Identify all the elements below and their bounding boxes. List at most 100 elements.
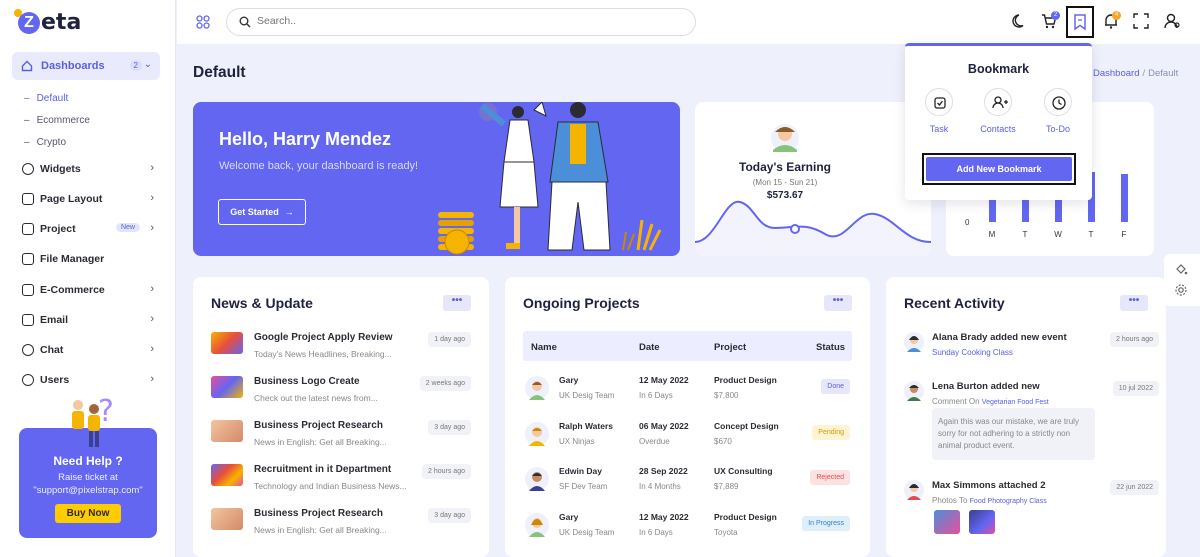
- breadcrumb-separator: /: [1142, 68, 1146, 79]
- fullscreen-icon[interactable]: [1132, 12, 1150, 30]
- bookmark-option-contacts[interactable]: Contacts: [968, 88, 1028, 134]
- check-square-icon: [925, 88, 953, 116]
- day-label: T: [1023, 230, 1028, 239]
- sidebar-subitem-crypto[interactable]: – Crypto: [24, 137, 73, 148]
- avatar: [525, 376, 549, 400]
- logo[interactable]: Z eta: [14, 8, 81, 35]
- news-item-time: 3 day ago: [428, 508, 471, 523]
- chevron-right-icon: ›: [150, 283, 154, 295]
- help-illustration: ?: [72, 394, 114, 447]
- status-badge: In Progress: [802, 516, 850, 531]
- member-team: SF Dev Team: [559, 482, 608, 491]
- profile-icon[interactable]: [1163, 12, 1181, 30]
- activity-link[interactable]: Vegetarian Food Fest: [982, 399, 1049, 406]
- sidebar-subitem-label: Default: [36, 93, 69, 104]
- news-item-title: Business Logo Create: [254, 376, 360, 387]
- clock-icon: [1044, 88, 1072, 116]
- moon-icon[interactable]: [1011, 12, 1029, 30]
- dash-icon: –: [24, 115, 30, 126]
- breadcrumb-current: Default: [1148, 68, 1179, 79]
- member-name: Gary: [559, 512, 579, 522]
- project-date: 12 May 2022: [639, 512, 689, 522]
- sidebar-item-dashboards[interactable]: Dashboards 2 ⌄: [12, 52, 160, 80]
- sidebar-subitem-label: Crypto: [36, 137, 67, 148]
- project-price: $7,800: [714, 391, 739, 400]
- project-duration: In 4 Months: [639, 482, 681, 491]
- gear-icon[interactable]: [1174, 283, 1188, 297]
- sidebar-subitem-ecommerce[interactable]: – Ecommerce: [24, 115, 97, 126]
- news-item-desc: Check out the latest news from...: [254, 393, 378, 403]
- news-card: News & Update ••• Google Project Apply R…: [193, 277, 489, 557]
- news-thumbnail: [211, 332, 243, 354]
- sidebar-item-label: Dashboards: [41, 60, 105, 72]
- earning-amount: $573.67: [766, 190, 804, 201]
- activity-text: Max Simmons attached 2: [932, 480, 1046, 491]
- avatar: [904, 381, 924, 401]
- activity-card: Recent Activity ••• Alana Brady added ne…: [886, 277, 1166, 557]
- list-item[interactable]: Business Project Research News in Englis…: [211, 420, 471, 460]
- projects-card: Ongoing Projects ••• Name Date Project S…: [505, 277, 870, 557]
- list-item[interactable]: Business Project Research News in Englis…: [211, 508, 471, 548]
- list-item[interactable]: Google Project Apply Review Today's News…: [211, 332, 471, 372]
- sidebar-item-label: Widgets: [40, 163, 81, 175]
- search-input[interactable]: [257, 15, 657, 27]
- sidebar-item-chat[interactable]: Chat ›: [22, 341, 154, 359]
- table-row[interactable]: Ralph Waters UX Ninjas 06 May 2022 Overd…: [523, 417, 852, 455]
- add-new-bookmark-button[interactable]: Add New Bookmark: [926, 157, 1072, 181]
- status-badge: Pending: [812, 425, 850, 440]
- search-bar[interactable]: [226, 8, 696, 36]
- bookmark-option-task[interactable]: Task: [909, 88, 969, 134]
- chevron-right-icon: ›: [150, 162, 154, 174]
- project-duration: In 6 Days: [639, 391, 673, 400]
- svg-text:?: ?: [98, 394, 114, 429]
- activity-text: Alana Brady added new event: [932, 332, 1067, 343]
- sidebar-item-email[interactable]: Email ›: [22, 311, 154, 329]
- notification-count-badge: 4: [1112, 11, 1121, 20]
- news-item-desc: Technology and Indian Business News...: [254, 481, 407, 491]
- sidebar-item-page-layout[interactable]: Page Layout ›: [22, 190, 154, 208]
- help-title: Need Help ?: [53, 454, 123, 468]
- day-label: F: [1122, 230, 1127, 239]
- more-options-button[interactable]: •••: [824, 295, 852, 311]
- news-thumbnail: [211, 376, 243, 398]
- activity-link[interactable]: Sunday Cooking Class: [932, 348, 1013, 357]
- breadcrumb-dashboard[interactable]: Dashboard: [1093, 68, 1139, 79]
- more-options-button[interactable]: •••: [443, 295, 471, 311]
- bookmark-icon[interactable]: [1071, 13, 1089, 31]
- get-started-button[interactable]: Get Started →: [218, 199, 306, 225]
- news-item-title: Recruitment in it Department: [254, 464, 392, 475]
- activity-sub-prefix: Photos To: [932, 496, 970, 505]
- apps-grid-icon[interactable]: [196, 15, 210, 29]
- more-options-button[interactable]: •••: [1120, 295, 1148, 311]
- table-row[interactable]: Gary UK Desig Team 12 May 2022 In 6 Days…: [523, 508, 852, 546]
- photo-thumbnail[interactable]: [934, 510, 960, 534]
- count-badge: 2: [129, 60, 142, 71]
- sidebar-item-widgets[interactable]: Widgets ›: [22, 160, 154, 178]
- folder-icon: [22, 253, 34, 265]
- member-team: UK Desig Team: [559, 391, 615, 400]
- activity-link[interactable]: Food Photography Class: [970, 498, 1047, 505]
- photo-thumbnail[interactable]: [969, 510, 995, 534]
- table-row[interactable]: Edwin Day SF Dev Team 28 Sep 2022 In 4 M…: [523, 462, 852, 500]
- users-icon: [22, 374, 34, 386]
- sidebar-item-project[interactable]: Project New ›: [22, 220, 154, 238]
- paint-icon[interactable]: [1174, 262, 1188, 276]
- chevron-down-icon: ⌄: [143, 59, 152, 70]
- list-item[interactable]: Recruitment in it Department Technology …: [211, 464, 471, 504]
- project-duration: Overdue: [639, 437, 670, 446]
- table-row[interactable]: Gary UK Desig Team 12 May 2022 In 6 Days…: [523, 371, 852, 409]
- projects-title: Ongoing Projects: [523, 295, 640, 311]
- bookmark-option-todo[interactable]: To-Do: [1028, 88, 1088, 134]
- sidebar-item-file-manager[interactable]: File Manager: [22, 250, 154, 268]
- avatar: [904, 332, 924, 352]
- project-icon: [22, 223, 34, 235]
- news-item-title: Google Project Apply Review: [254, 332, 393, 343]
- sidebar-item-ecommerce[interactable]: E-Commerce ›: [22, 281, 154, 299]
- news-title: News & Update: [211, 295, 313, 311]
- list-item[interactable]: Business Logo Create Check out the lates…: [211, 376, 471, 416]
- project-name: Concept Design: [714, 421, 779, 431]
- sidebar-subitem-default[interactable]: – Default: [24, 93, 75, 104]
- status-badge: Done: [821, 379, 850, 394]
- buy-now-button[interactable]: Buy Now: [54, 504, 122, 523]
- sidebar-item-users[interactable]: Users ›: [22, 371, 154, 389]
